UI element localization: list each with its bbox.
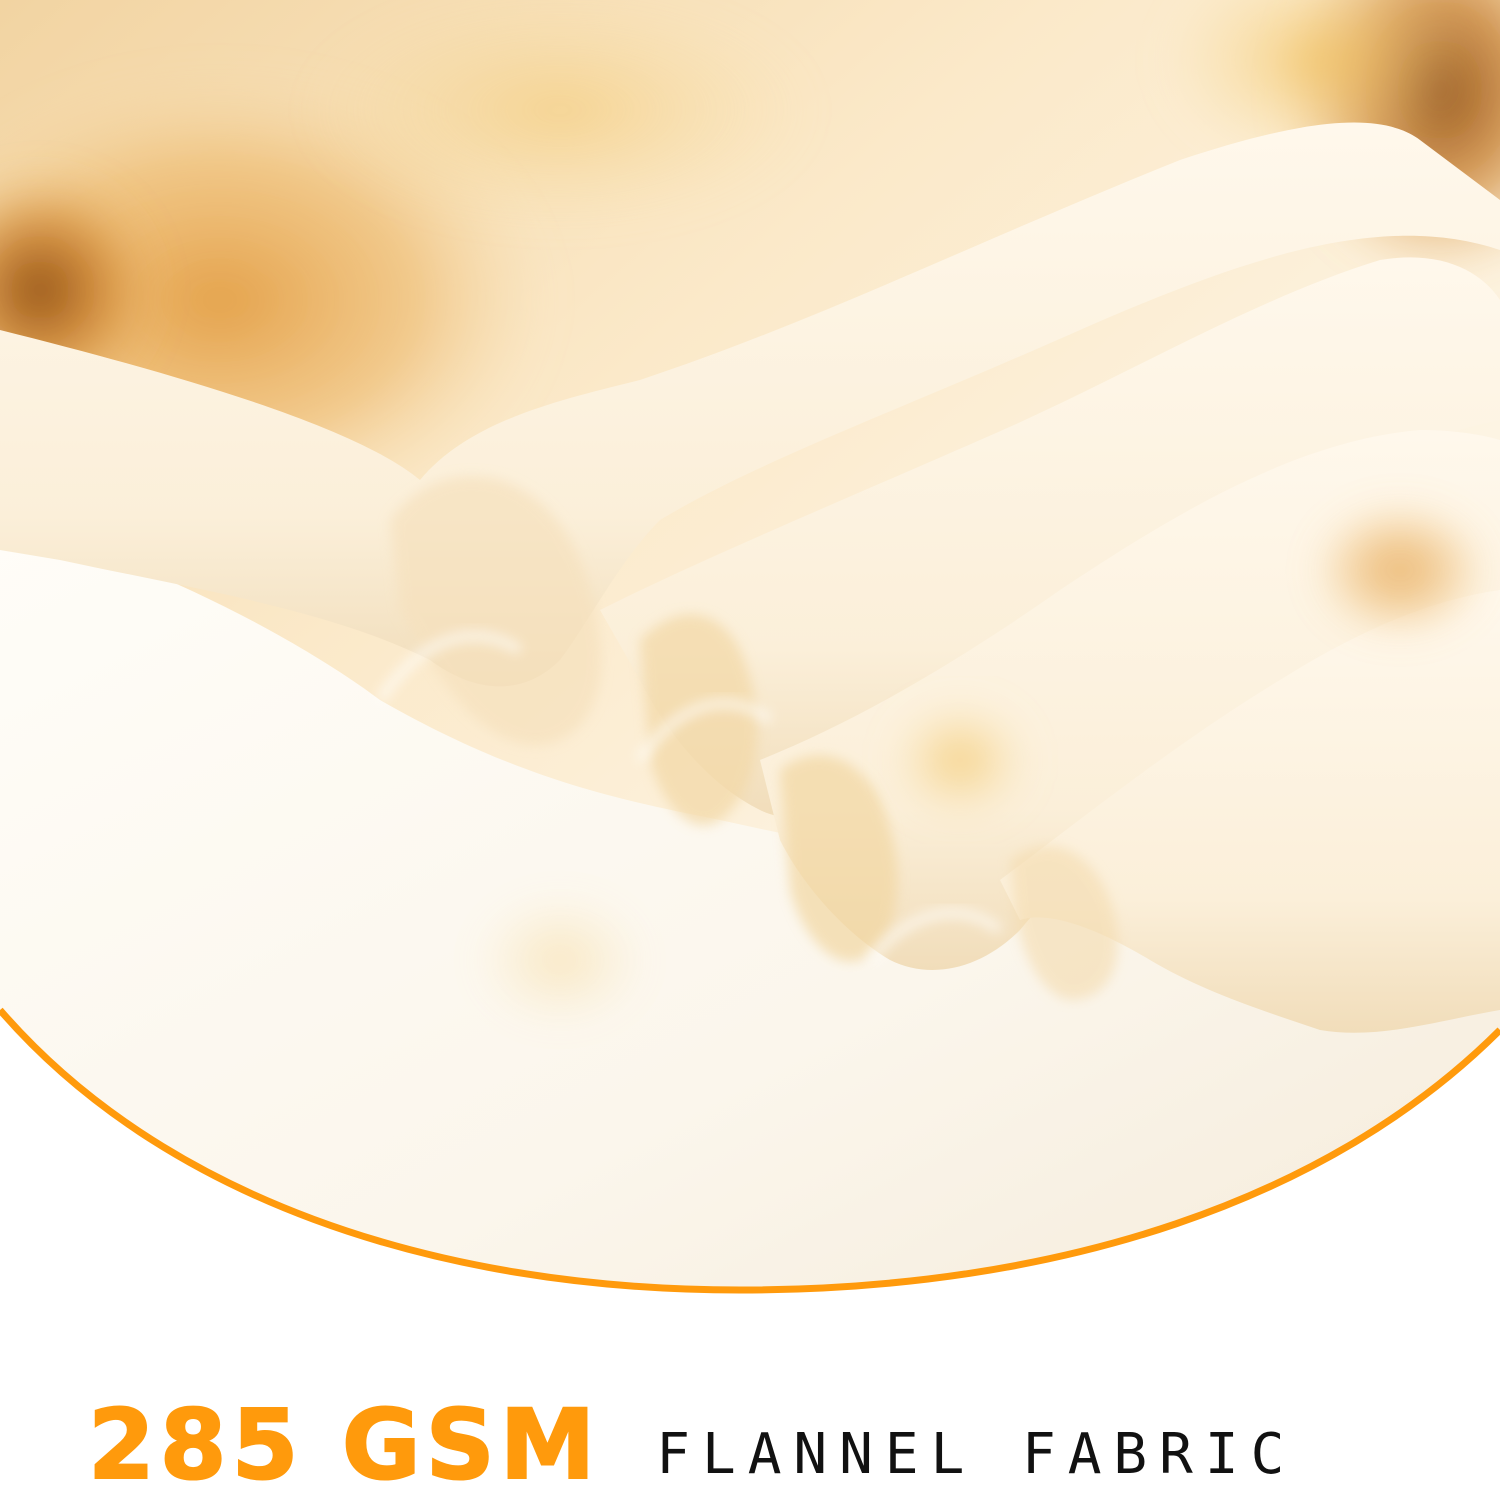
- caption: 285 GSM FLANNEL FABRIC: [87, 1389, 1297, 1501]
- flannel-blanket-photo: [0, 0, 1500, 1294]
- fabric-weight-label: 285 GSM: [87, 1389, 601, 1501]
- fabric-type-label: FLANNEL FABRIC: [656, 1422, 1297, 1487]
